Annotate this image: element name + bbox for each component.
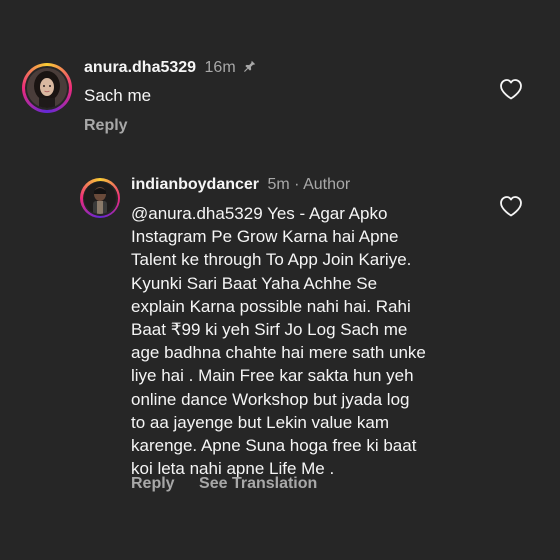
avatar-anura-image xyxy=(27,68,67,108)
avatar-ring-indianboydancer[interactable] xyxy=(80,178,120,218)
timestamp: 5m xyxy=(267,176,290,193)
comment-actions: Reply xyxy=(84,117,128,135)
reply-actions: Reply See Translation xyxy=(131,475,317,493)
username[interactable]: anura.dha5329 xyxy=(84,59,196,76)
separator-dot: · xyxy=(294,176,300,193)
reply-text-line: @anura.dha5329 Yes - Agar Apko xyxy=(131,202,426,225)
timestamp: 16m xyxy=(204,59,236,76)
heart-icon[interactable] xyxy=(499,78,523,100)
reply-text-line: liye hai . Main Free kar sakta hun yeh xyxy=(131,366,414,386)
avatar-gap xyxy=(82,180,118,216)
comment-text: Sach me xyxy=(84,86,152,105)
avatar-indianboydancer-image xyxy=(84,182,116,214)
reply-text-line: Talent ke through To App Join Kariye. xyxy=(131,250,412,270)
reply-text-line: explain Karna possible nahi hai. Rahi xyxy=(131,296,411,316)
pin-icon xyxy=(244,60,256,72)
reply-button[interactable]: Reply xyxy=(84,117,128,134)
reply-button[interactable]: Reply xyxy=(131,475,175,492)
reply-text-line: Instagram Pe Grow Karna hai Apne xyxy=(131,227,399,247)
avatar-gap xyxy=(25,66,69,110)
reply-text-line-rest: Yes - Agar Apko xyxy=(262,204,388,223)
reply-text-line: Kyunki Sari Baat Yaha Achhe Se xyxy=(131,273,378,293)
reply-text: @anura.dha5329 Yes - Agar Apko Instagram… xyxy=(131,202,426,480)
heart-icon[interactable] xyxy=(499,195,523,217)
avatar-indianboydancer xyxy=(84,182,116,214)
reply-text-line: age badhna chahte hai mere sath unke xyxy=(131,343,426,363)
reply-text-line: online dance Workshop but jyada log xyxy=(131,389,410,409)
mention-link[interactable]: @anura.dha5329 xyxy=(131,204,263,223)
reply-text-line: Baat ₹99 ki yeh Sirf Jo Log Sach me xyxy=(131,320,408,340)
comment-anura: anura.dha5329 16m Sach me Reply xyxy=(0,0,560,150)
comment-header: anura.dha5329 16m xyxy=(84,59,257,77)
reply-text-line: karenge. Apne Suna hoga free ki baat xyxy=(131,436,417,456)
reply-text-line: to aa jayenge but Lekin value kam xyxy=(131,412,390,432)
avatar-anura xyxy=(27,68,67,108)
reply-indianboydancer: indianboydancer 5m · Author @anura.dha53… xyxy=(0,150,560,560)
avatar-ring-anura[interactable] xyxy=(22,63,72,113)
username[interactable]: indianboydancer xyxy=(131,176,259,193)
author-badge: Author xyxy=(303,176,351,193)
see-translation-button[interactable]: See Translation xyxy=(199,475,317,492)
reply-header: indianboydancer 5m · Author xyxy=(131,176,350,194)
